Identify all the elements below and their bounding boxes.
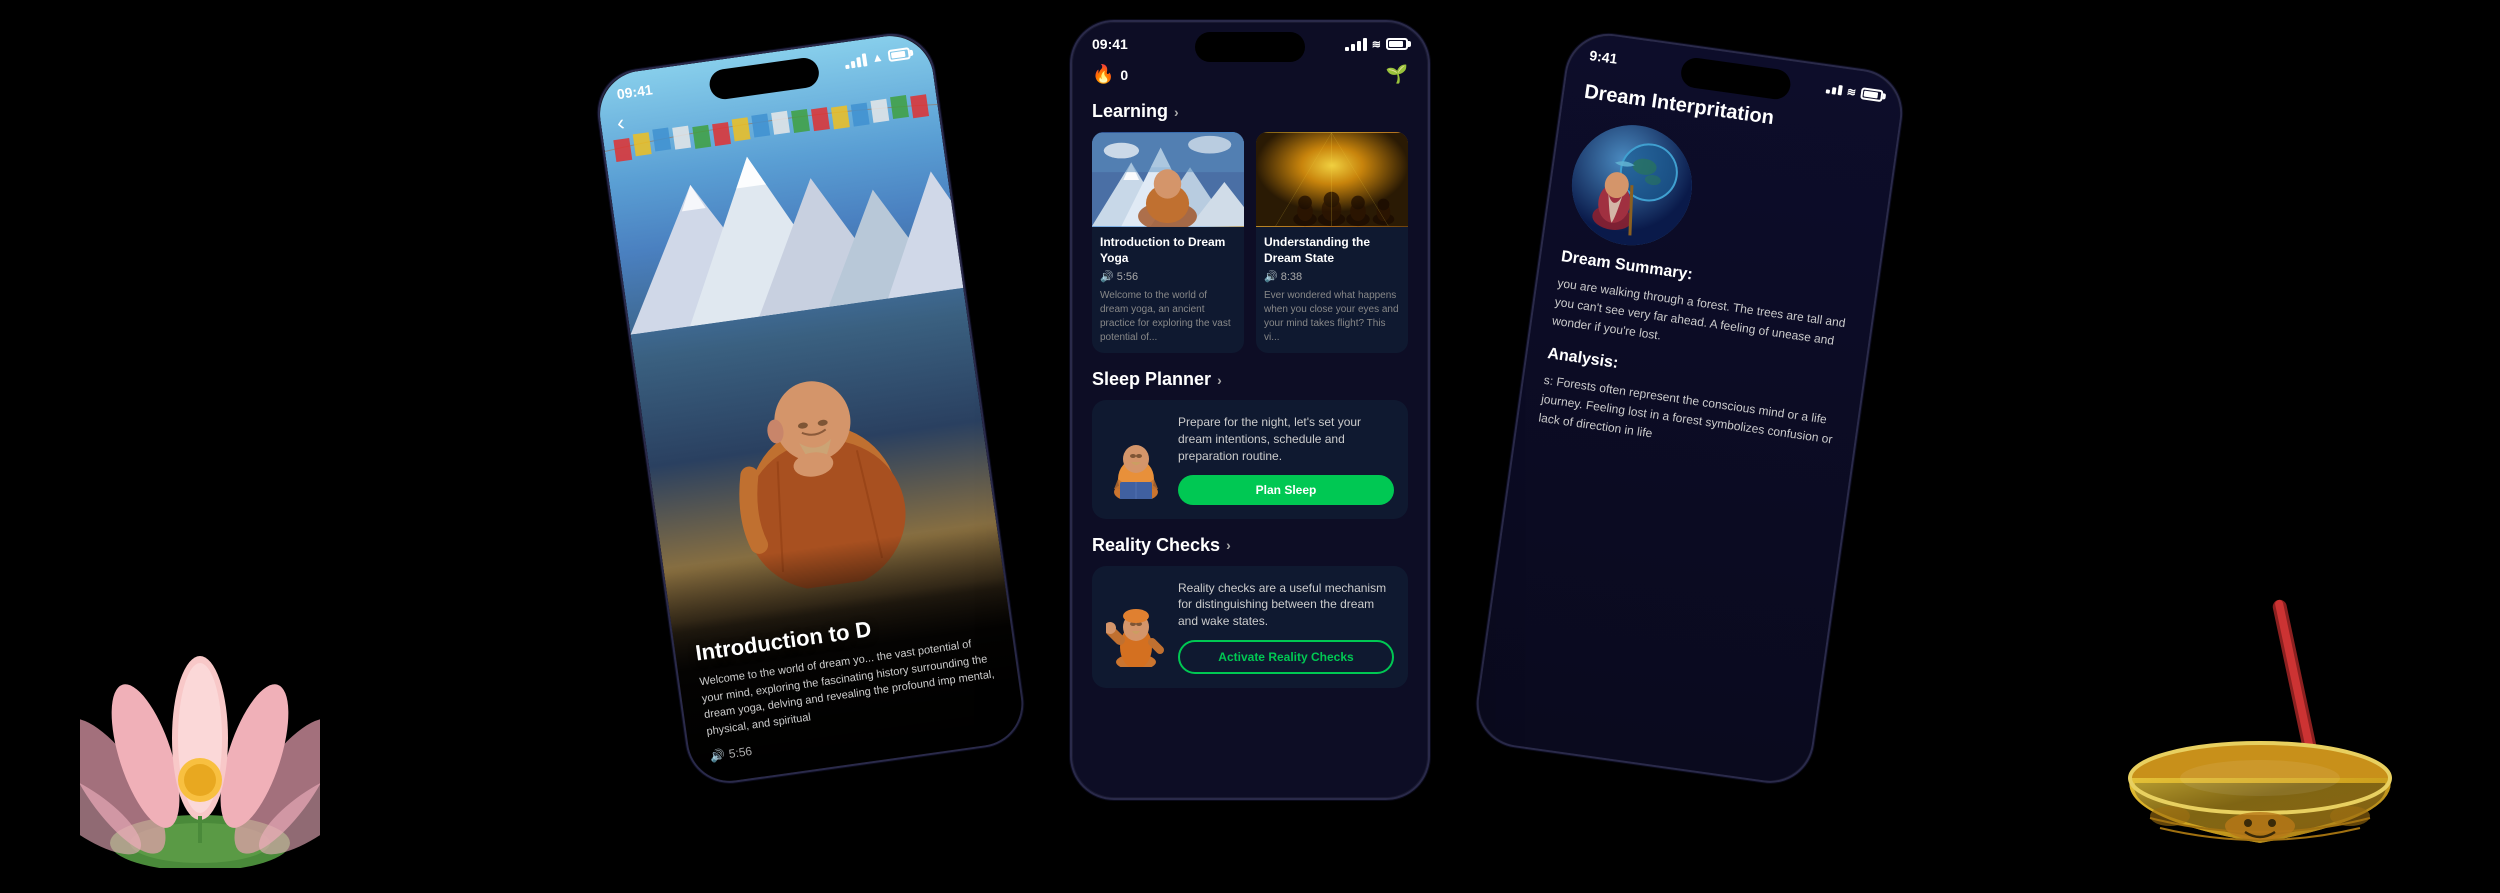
- coins-count: 0: [1120, 67, 1128, 83]
- center-battery: [1386, 38, 1408, 50]
- reality-checks-title[interactable]: Reality Checks ›: [1072, 531, 1428, 566]
- card1-title: Introduction to Dream Yoga: [1100, 235, 1236, 266]
- left-phone-time: 09:41: [616, 81, 654, 102]
- battery-icon: [887, 47, 910, 62]
- wifi-icon: ▲: [871, 50, 885, 66]
- speaker-icon-left: 🔊: [709, 748, 726, 764]
- center-phone-time: 09:41: [1092, 36, 1128, 52]
- header-coins-area: 🔥 0: [1092, 64, 1128, 85]
- signal-bars: [844, 53, 868, 69]
- right-phone: 9:41 ≋: [1471, 28, 1908, 788]
- right-status-icons: ≋: [1825, 82, 1883, 103]
- card-dream-state[interactable]: Understanding the Dream State 🔊 8:38 Eve…: [1256, 132, 1408, 353]
- reality-checks-card: Reality checks are a useful mechanism fo…: [1092, 566, 1408, 688]
- right-signal-bars: [1825, 83, 1842, 95]
- center-status-icons: ≋: [1345, 38, 1408, 51]
- learning-section-title[interactable]: Learning ›: [1072, 97, 1428, 132]
- phones-container: 09:41 ▲: [650, 0, 1850, 893]
- right-phone-time: 9:41: [1589, 47, 1619, 67]
- card1-info: Introduction to Dream Yoga 🔊 5:56 Welcom…: [1092, 227, 1244, 353]
- left-phone: 09:41 ▲: [592, 28, 1029, 788]
- back-button[interactable]: ‹: [615, 110, 626, 136]
- oracle-image: [1564, 117, 1700, 253]
- card-dream-yoga[interactable]: Introduction to Dream Yoga 🔊 5:56 Welcom…: [1092, 132, 1244, 353]
- right-battery: [1860, 87, 1883, 102]
- card1-speaker-icon: 🔊: [1100, 270, 1114, 283]
- sleep-planner-desc: Prepare for the night, let's set your dr…: [1178, 414, 1394, 464]
- sleep-planner-icon: [1106, 424, 1166, 494]
- card1-image: [1092, 132, 1244, 227]
- sleep-planner-text: Prepare for the night, let's set your dr…: [1178, 414, 1394, 504]
- flame-icon: 🔥: [1092, 64, 1114, 85]
- sleep-planner-title[interactable]: Sleep Planner ›: [1072, 365, 1428, 400]
- activate-reality-checks-button[interactable]: Activate Reality Checks: [1178, 640, 1394, 674]
- card2-speaker-icon: 🔊: [1264, 270, 1278, 283]
- right-wifi-icon: ≋: [1846, 85, 1857, 99]
- reality-checks-text: Reality checks are a useful mechanism fo…: [1178, 580, 1394, 674]
- sleep-planner-chevron: ›: [1217, 372, 1222, 388]
- plant-icon: 🌱: [1386, 64, 1408, 85]
- card2-image: [1256, 132, 1408, 227]
- card2-description: Ever wondered what happens when you clos…: [1264, 289, 1400, 345]
- sleep-planner-card: Prepare for the night, let's set your dr…: [1092, 400, 1408, 518]
- reality-checks-desc: Reality checks are a useful mechanism fo…: [1178, 580, 1394, 630]
- center-signal-bars: [1345, 38, 1367, 51]
- scene: 09:41 ▲: [0, 0, 2500, 893]
- card2-duration: 🔊 8:38: [1264, 270, 1400, 283]
- reality-checks-chevron: ›: [1226, 537, 1231, 553]
- card2-title: Understanding the Dream State: [1264, 235, 1400, 266]
- app-header: 🔥 0 🌱: [1072, 56, 1428, 97]
- center-wifi-icon: ≋: [1372, 38, 1381, 51]
- reality-checks-icon: [1106, 592, 1166, 662]
- learning-chevron: ›: [1174, 104, 1179, 120]
- learning-cards: Introduction to Dream Yoga 🔊 5:56 Welcom…: [1072, 132, 1428, 365]
- singing-bowl-decoration: [2100, 578, 2420, 883]
- card1-duration: 🔊 5:56: [1100, 270, 1236, 283]
- dynamic-island-center: [1195, 32, 1305, 62]
- center-phone: 09:41 ≋: [1070, 20, 1430, 800]
- lotus-decoration: [80, 648, 320, 873]
- plan-sleep-button[interactable]: Plan Sleep: [1178, 475, 1394, 505]
- card2-info: Understanding the Dream State 🔊 8:38 Eve…: [1256, 227, 1408, 353]
- card1-description: Welcome to the world of dream yoga, an a…: [1100, 289, 1236, 345]
